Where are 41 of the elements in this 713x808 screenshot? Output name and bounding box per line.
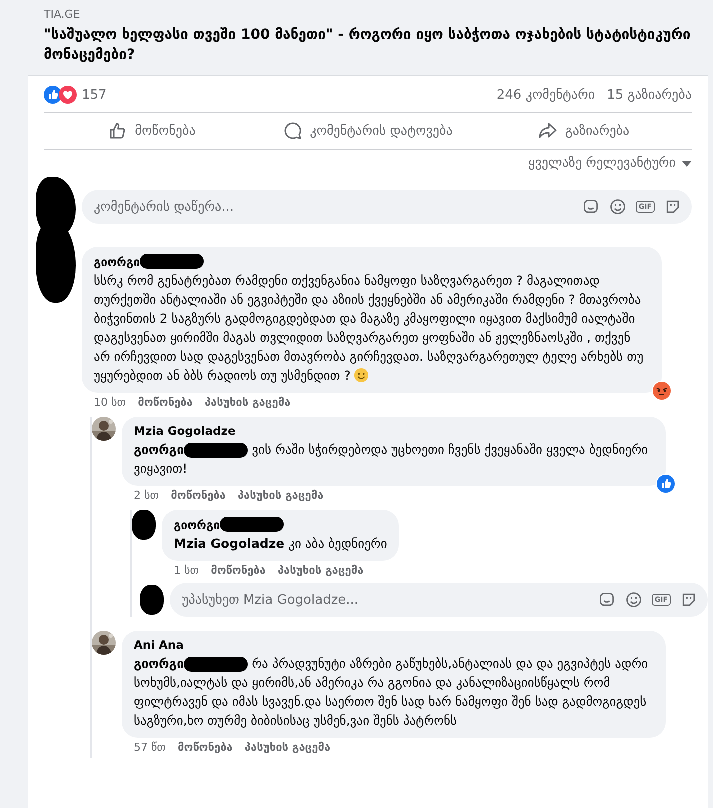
- mention-link[interactable]: გიორგი: [134, 442, 184, 457]
- comment-time: 2 სთ: [134, 489, 160, 502]
- comment-button[interactable]: კომენტარის დატოვება: [260, 113, 476, 149]
- comment-time: 10 სთ: [94, 396, 126, 409]
- mention-link[interactable]: გიორგი: [134, 656, 184, 671]
- comment-time: 57 წთ: [134, 741, 166, 754]
- reply-link[interactable]: პასუხის გაცემა: [238, 489, 324, 502]
- comment-text: გიორგი ვის რაში სჭირდებოდა უცხოეთი ჩვენს ქვეყანაში ყველა ბედნიერი ვიყავით!: [134, 441, 650, 478]
- emoji-icon[interactable]: [608, 198, 627, 216]
- mention-link[interactable]: Mzia Gogoladze: [174, 536, 285, 551]
- comment-text: გიორგი რა პრადვუნუტი აზრები გაწუხებს,ანტალიას და და ეგვიპტეს ადრი სოხუმს,იალტას და ყირიმს,ან ამერიკა რა გგონია და კანალიზაციისწყალს რომ ფილტრავენ და იმას სვავენ.და საერთო შენ სად ხარ ნამყოფი შენ სად გადმოგიგდეს საგზური,ხო თურმე ბიბისისაც უსმენ,ვაი შენს პატრონს: [134, 655, 650, 730]
- like-link[interactable]: მოწონება: [171, 489, 226, 502]
- author-name[interactable]: გიორგი: [94, 254, 140, 268]
- reply-link[interactable]: პასუხის გაცემა: [244, 741, 331, 754]
- speech-bubble-icon: [283, 121, 304, 141]
- like-link[interactable]: მოწონება: [211, 564, 266, 577]
- share-count[interactable]: 15 გაზიარება: [607, 88, 692, 102]
- author-name[interactable]: გიორგი: [174, 518, 220, 532]
- comment-time: 1 სთ: [174, 564, 200, 577]
- share-arrow-icon: [538, 121, 558, 141]
- reply-link[interactable]: პასუხის გაცემა: [278, 564, 364, 577]
- sort-dropdown[interactable]: ყველაზე რელევანტური: [528, 156, 692, 171]
- sticker-icon[interactable]: [680, 591, 698, 609]
- comment-count[interactable]: 246 კომენტარი: [496, 88, 596, 102]
- reaction-count[interactable]: 157: [82, 88, 107, 102]
- like-link[interactable]: მოწონება: [178, 741, 233, 754]
- author-name[interactable]: Mzia Gogoladze: [134, 424, 236, 438]
- comment-text: სსრკ რომ გენატრებათ რამდენი თქვენგანია ნამყოფი საზღვარგარეთ ? მაგალითად თურქეთში ანტალიაში ან ეგვიპტეში და აზიის ქვეყნებში ან ამერიკაში რამდენი ? მთავრობა ბიჭვინთის 2 საგზურს გადმოგიგდებდათ და მაგაზე კმაყოფილი იყავით მაქსიმუმ იალტაში დაგესვენათ ყირიმში მაგას თვლიდით საზღვარგარეთ ყოფნაში ან ჟელეზნაოსკში , თქვენ არ ირჩევდით სად დაგესვენათ მთავრობა გირჩევდათ. საზღვარგარეთულ ტელე არხებს თუ უყურებდით ან ბბს რადიოს თუ უსმენდით ?: [94, 272, 645, 385]
- sticker-icon[interactable]: [582, 198, 600, 216]
- link-source[interactable]: TIA.GE: [44, 8, 692, 21]
- article-title[interactable]: "საშუალო ხელფასი თვეში 100 მანეთი" - როგორი იყო საბჭოთა ოჯახების სტატისტიკური მონაცემები?: [44, 25, 692, 65]
- sticker-icon[interactable]: [664, 198, 682, 216]
- comment-text: Mzia Gogoladze კი აბა ბედნიერი: [174, 535, 388, 553]
- like-button[interactable]: მოწონება: [44, 113, 260, 149]
- share-button[interactable]: გაზიარება: [476, 113, 692, 149]
- caret-icon: [682, 160, 692, 166]
- author-name[interactable]: Ani Ana: [134, 638, 184, 652]
- sticker-icon[interactable]: [598, 591, 616, 609]
- emoji-icon[interactable]: [624, 591, 643, 609]
- like-link[interactable]: მოწონება: [138, 396, 193, 409]
- reply-link[interactable]: პასუხის გაცემა: [204, 396, 291, 409]
